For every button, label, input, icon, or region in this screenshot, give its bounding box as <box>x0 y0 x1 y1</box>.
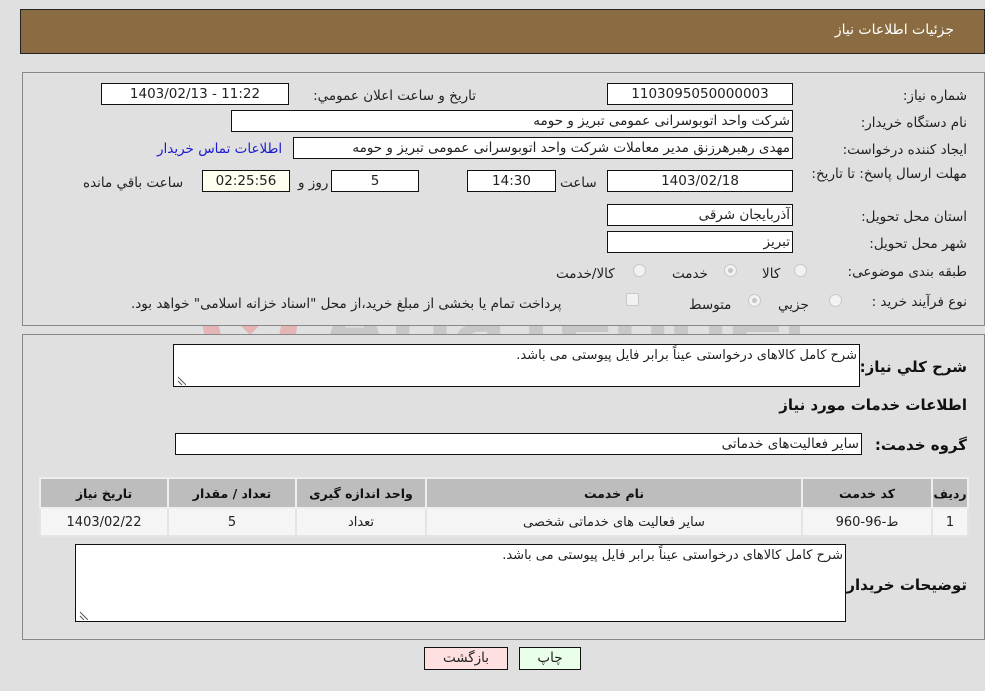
process-radio-minor[interactable] <box>829 294 842 307</box>
announce-datetime-label: تاریخ و ساعت اعلان عمومي: <box>313 88 476 104</box>
need-number-field: 1103095050000003 <box>607 83 793 105</box>
deadline-time-label: ساعت <box>560 175 597 191</box>
buyer-notes-text: شرح کامل کالاهای درخواستی عیناً برابر فا… <box>502 548 843 563</box>
city-field: تبریز <box>607 231 793 253</box>
print-button[interactable]: چاپ <box>519 647 581 670</box>
buyer-notes-textarea[interactable]: شرح کامل کالاهای درخواستی عیناً برابر فا… <box>75 544 846 622</box>
category-radio-goods[interactable] <box>794 264 807 277</box>
service-group-field: سایر فعالیت‌های خدماتی <box>175 433 862 455</box>
province-label: استان محل تحویل: <box>861 209 967 225</box>
cell-unit: تعداد <box>295 507 427 537</box>
col-service-name: نام خدمت <box>425 477 803 509</box>
page-header: جزئیات اطلاعات نیاز <box>20 9 985 54</box>
deadline-label: مهلت ارسال پاسخ: تا تاریخ: <box>811 166 967 182</box>
col-service-code: کد خدمت <box>801 477 933 509</box>
cell-need-date: 1403/02/22 <box>39 507 169 537</box>
cell-service-code: ط-96-960 <box>801 507 933 537</box>
announce-datetime-field: 1403/02/13 - 11:22 <box>101 83 289 105</box>
col-need-date: تاریخ نیاز <box>39 477 169 509</box>
col-quantity: تعداد / مقدار <box>167 477 297 509</box>
col-row-number: ردیف <box>931 477 969 509</box>
category-option-goods-service: کالا/خدمت <box>556 266 615 282</box>
resize-grip-icon[interactable] <box>176 375 186 385</box>
treasury-checkbox-label: پرداخت تمام یا بخشی از مبلغ خرید،از محل … <box>131 296 562 312</box>
remaining-days-field: 5 <box>331 170 419 192</box>
buyer-org-field: شرکت واحد اتوبوسرانی عمومی تبریز و حومه <box>231 110 793 132</box>
page-title: جزئیات اطلاعات نیاز <box>834 22 954 38</box>
category-radio-service[interactable] <box>724 264 737 277</box>
table-header-row: ردیف کد خدمت نام خدمت واحد اندازه گیری ت… <box>39 477 969 509</box>
general-desc-textarea[interactable]: شرح کامل کالاهای درخواستی عیناً برابر فا… <box>173 344 860 387</box>
need-number-label: شماره نیاز: <box>902 88 967 104</box>
category-option-service: خدمت <box>672 266 708 282</box>
deadline-time-field: 14:30 <box>467 170 556 192</box>
province-field: آذربایجان شرقی <box>607 204 793 226</box>
buyer-notes-label: توضیحات خریدار: <box>840 576 967 594</box>
category-radio-goods-service[interactable] <box>633 264 646 277</box>
service-group-label: گروه خدمت: <box>874 436 967 454</box>
treasury-checkbox[interactable] <box>626 293 639 306</box>
cell-service-name: سایر فعالیت های خدماتی شخصی <box>425 507 803 537</box>
buyer-contact-link[interactable]: اطلاعات تماس خریدار <box>157 141 282 157</box>
requester-field: مهدی رهبرهرزنق مدیر معاملات شرکت واحد ات… <box>293 137 793 159</box>
process-option-minor: جزیي <box>778 297 809 313</box>
resize-grip-icon[interactable] <box>78 610 88 620</box>
category-label: طبقه بندی موضوعی: <box>847 264 967 280</box>
remaining-time-label: ساعت باقي مانده <box>83 175 184 191</box>
deadline-date-field: 1403/02/18 <box>607 170 793 192</box>
cell-row-number: 1 <box>931 507 969 537</box>
process-option-medium: متوسط <box>689 297 732 313</box>
services-table: ردیف کد خدمت نام خدمت واحد اندازه گیری ت… <box>39 477 969 537</box>
services-section-title: اطلاعات خدمات مورد نیاز <box>779 396 967 414</box>
buyer-org-label: نام دستگاه خریدار: <box>860 115 967 131</box>
col-unit: واحد اندازه گیری <box>295 477 427 509</box>
process-label: نوع فرآیند خرید : <box>871 294 967 310</box>
cell-quantity: 5 <box>167 507 297 537</box>
requester-label: ایجاد کننده درخواست: <box>842 142 967 158</box>
table-row: 1 ط-96-960 سایر فعالیت های خدماتی شخصی ت… <box>39 507 969 537</box>
days-label: روز و <box>298 175 329 191</box>
general-desc-text: شرح کامل کالاهای درخواستی عیناً برابر فا… <box>516 348 857 363</box>
back-button[interactable]: بازگشت <box>424 647 508 670</box>
category-option-goods: کالا <box>762 266 781 282</box>
process-radio-medium[interactable] <box>748 294 761 307</box>
city-label: شهر محل تحویل: <box>869 236 967 252</box>
remaining-time-field: 02:25:56 <box>202 170 290 192</box>
general-desc-label: شرح کلي نیاز: <box>859 358 967 376</box>
